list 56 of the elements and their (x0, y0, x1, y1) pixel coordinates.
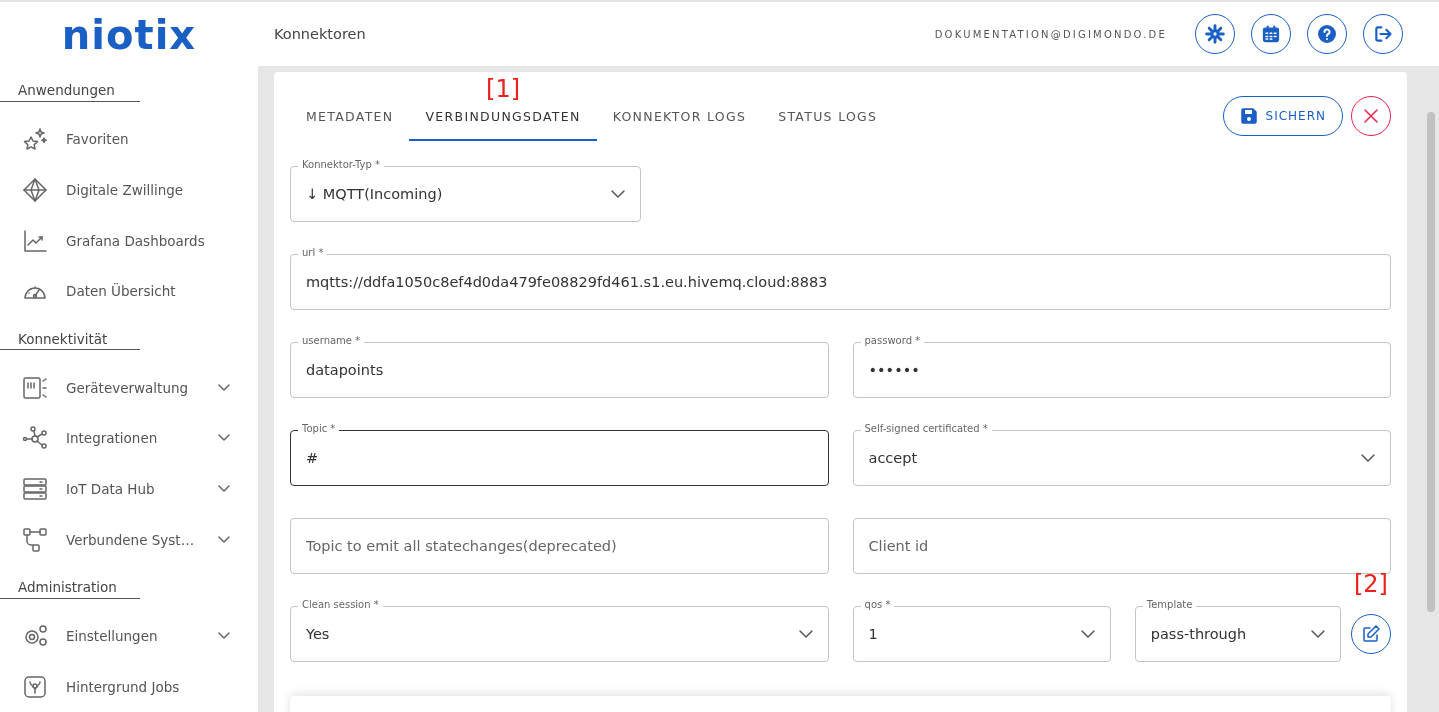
save-button[interactable]: SICHERN (1222, 96, 1343, 136)
sidebar-item[interactable]: Digitale Zwillinge (0, 164, 258, 216)
help-button[interactable] (1307, 14, 1347, 54)
field-label: qos * (860, 599, 895, 611)
calendar-icon (1261, 24, 1281, 44)
tab[interactable]: STATUS LOGS (762, 95, 894, 141)
sidebar-item[interactable]: Grafana Dashboards (0, 215, 258, 266)
sidebar-item[interactable]: Favoriten (0, 113, 258, 165)
star-icon (22, 126, 48, 153)
field-label: Topic * (298, 423, 340, 435)
sidebar-item[interactable]: Geräteverwaltung (0, 362, 258, 413)
sidebar-item[interactable]: Integrationen (0, 412, 258, 464)
logout-icon (1373, 24, 1393, 44)
help-icon (1317, 24, 1337, 44)
chevron-icon (798, 629, 813, 639)
sidebar-item[interactable]: Einstellungen (0, 610, 258, 662)
sidebar-item[interactable]: Daten Übersicht (0, 265, 258, 317)
field-label: url * (298, 247, 328, 259)
field-label: Clean session * (298, 599, 383, 611)
sidebar-item[interactable]: IoT Data Hub (0, 463, 258, 515)
input-field[interactable]: Topic to emit all statechanges(deprecated) (290, 518, 829, 574)
edit-icon (1361, 624, 1381, 644)
close-icon (1363, 108, 1379, 124)
chevron-icon (1361, 453, 1375, 463)
user-email: DOKUMENTATION@DIGIMONDO.DE (934, 28, 1167, 40)
field-label: Self-signed certificated * (860, 423, 992, 435)
tab[interactable]: METADATEN (290, 95, 410, 141)
field-label: username * (298, 335, 365, 347)
device-icon (22, 374, 48, 401)
field-label: Template (1142, 599, 1197, 611)
field-label: password * (860, 335, 925, 347)
section-heading: Anwendungen (0, 68, 140, 102)
edit-button[interactable] (1351, 614, 1391, 654)
logout-button[interactable] (1363, 14, 1403, 54)
sidebar-item[interactable]: Verbundene Syst… (0, 514, 258, 565)
sidebar-item[interactable]: Hintergrund Jobs (0, 661, 258, 712)
page-title: Konnektoren (274, 26, 367, 42)
diamond-icon (22, 176, 48, 203)
server-icon (22, 475, 48, 502)
chevron-icon (1080, 629, 1095, 639)
network-icon (22, 425, 48, 452)
logo: niotix (61, 15, 197, 56)
input-field[interactable]: Client id (852, 518, 1391, 574)
field-label: Konnektor-Typ * (298, 159, 384, 171)
chevron-icon (611, 189, 625, 199)
tab[interactable]: KONNEKTOR LOGS (596, 95, 763, 141)
calendar-button[interactable] (1251, 14, 1291, 54)
line-chart-icon (22, 227, 48, 254)
section-heading: Administration (0, 565, 140, 599)
badge-icon (22, 673, 48, 700)
annotation-label: [2] (1354, 572, 1388, 596)
settings-button[interactable] (1195, 14, 1235, 54)
hierarchy-icon (22, 526, 48, 553)
chevron-icon (1311, 629, 1325, 639)
close-button[interactable] (1351, 96, 1391, 136)
section-heading: Konnektivität (0, 316, 140, 351)
